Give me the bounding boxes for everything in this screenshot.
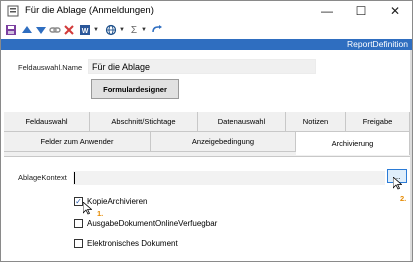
kopiearchivieren-checkbox[interactable]: ✓: [74, 197, 83, 206]
minimize-button[interactable]: —: [310, 1, 344, 21]
save-icon[interactable]: [5, 23, 17, 37]
mouse-pointer-icon-2: [83, 202, 92, 215]
report-definition-title: ReportDefinition: [347, 39, 408, 49]
elektronisches-dokument-checkbox[interactable]: [74, 239, 83, 248]
name-input[interactable]: Für die Ablage: [88, 59, 316, 74]
tab-datenauswahl[interactable]: Datenauswahl: [198, 112, 286, 132]
tab-notizen[interactable]: Notizen: [286, 112, 346, 132]
tab-abschnitt-stichtage[interactable]: Abschnitt/Stichtage: [90, 112, 198, 132]
arrow-down-icon[interactable]: [35, 23, 47, 37]
elektronisches-dokument-label[interactable]: Elektronisches Dokument: [87, 239, 178, 248]
link-icon[interactable]: [49, 23, 61, 37]
maximize-button[interactable]: ☐: [344, 1, 378, 21]
redo-icon[interactable]: [151, 23, 163, 37]
text-caret: [74, 172, 75, 184]
tab-freigabe[interactable]: Freigabe: [346, 112, 410, 132]
form-app-icon: [7, 5, 19, 17]
sigma-icon[interactable]: Σ: [129, 23, 139, 37]
ablagekontext-input[interactable]: [73, 171, 385, 185]
formulardesigner-button[interactable]: Formulardesigner: [91, 79, 179, 99]
name-label: Feldauswahl.Name: [18, 63, 83, 72]
mouse-pointer-icon: [393, 177, 402, 190]
tab-archivierung[interactable]: Archivierung: [296, 132, 410, 155]
annotation-step-1: 1.: [97, 209, 104, 218]
ausgabedokument-label[interactable]: AusgabeDokumentOnlineVerfuegbar: [87, 219, 217, 228]
ablagekontext-label: AblageKontext: [18, 173, 67, 182]
sigma-dropdown-chevron-icon[interactable]: ▼: [141, 23, 147, 37]
report-definition-header: ReportDefinition: [1, 39, 412, 50]
word-dropdown-chevron-icon[interactable]: ▼: [93, 23, 99, 37]
svg-text:W: W: [82, 28, 89, 35]
tab-anzeigebedingung[interactable]: Anzeigebedingung: [151, 132, 296, 152]
tab-feldauswahl[interactable]: Feldauswahl: [4, 112, 90, 132]
toolbar: W ▼ ▼ Σ ▼: [1, 21, 412, 39]
delete-icon[interactable]: [63, 23, 75, 37]
tab-felder-zum-anwender[interactable]: Felder zum Anwender: [4, 132, 151, 152]
ausgabedokument-checkbox[interactable]: [74, 219, 83, 228]
title-bar: Für die Ablage (Anmeldungen) — ☐ ✕: [1, 1, 412, 21]
globe-dropdown-chevron-icon[interactable]: ▼: [119, 23, 125, 37]
tab-divider: [4, 156, 410, 157]
annotation-step-2: 2.: [400, 194, 407, 203]
window: Für die Ablage (Anmeldungen) — ☐ ✕ W ▼ ▼…: [0, 0, 413, 262]
scrollbar-track[interactable]: [410, 50, 412, 261]
arrow-up-icon[interactable]: [21, 23, 33, 37]
window-title: Für die Ablage (Anmeldungen): [25, 5, 154, 16]
word-icon[interactable]: W: [79, 23, 91, 37]
kopiearchivieren-label[interactable]: KopieArchivieren: [87, 197, 147, 206]
close-button[interactable]: ✕: [378, 1, 412, 21]
globe-icon[interactable]: [105, 23, 117, 37]
tab-bar: Feldauswahl Abschnitt/Stichtage Datenaus…: [4, 112, 410, 156]
